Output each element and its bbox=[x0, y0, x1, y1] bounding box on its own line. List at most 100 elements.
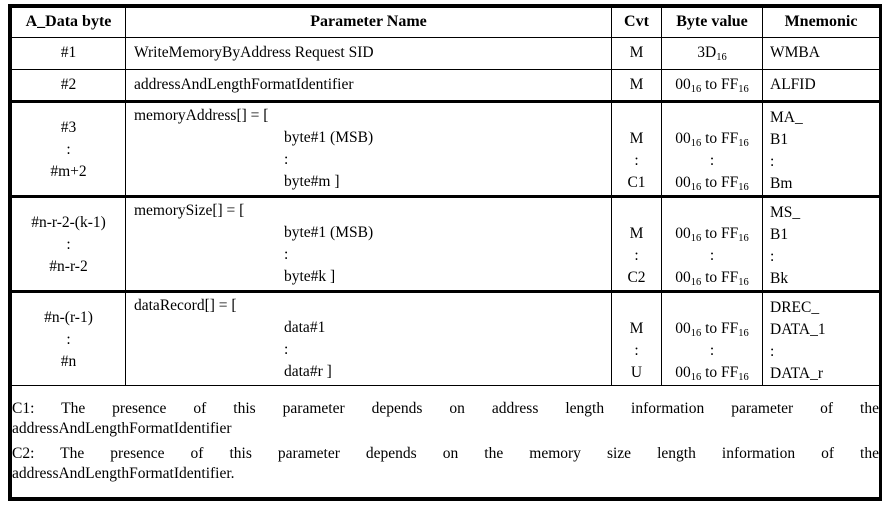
cell-cvt: M bbox=[611, 37, 662, 70]
a-data-byte-first: #n-(r-1) bbox=[44, 309, 93, 326]
a-data-byte-lines: #3 : #m+2 bbox=[12, 117, 125, 183]
byte-last-sub2: 16 bbox=[738, 182, 749, 193]
mnemonic-line-4: Bm bbox=[770, 175, 793, 192]
footnote-row: C1: The presence of this parameter depen… bbox=[11, 385, 880, 498]
cell-mnemonic: ALFID bbox=[762, 69, 880, 103]
cvt-last: C2 bbox=[627, 269, 646, 286]
cell-byte-value: 3D16 bbox=[661, 37, 763, 70]
cell-parameter-name: memoryAddress[] = [ byte#1 (MSB) : byte#… bbox=[125, 101, 612, 198]
byte-value-last: 0016 to FF16 bbox=[662, 172, 762, 194]
byte-last-base: 00 bbox=[675, 269, 691, 286]
byte-value-first: 0016 to FF16 bbox=[662, 223, 762, 245]
parameter-name-header: dataRecord[] = [ bbox=[134, 297, 237, 314]
cvt-first: M bbox=[629, 130, 644, 147]
a-data-byte-last: #n bbox=[60, 353, 77, 370]
byte-last-mid: to FF bbox=[701, 174, 739, 191]
byte-value-subscript: 16 bbox=[690, 83, 702, 95]
parameter-name-header: memorySize[] = [ bbox=[134, 202, 245, 219]
mnemonic-line-3: : bbox=[770, 153, 775, 170]
byte-first-sub: 16 bbox=[690, 233, 702, 244]
cell-mnemonic: WMBA bbox=[762, 37, 880, 70]
a-data-byte-lines: #n-(r-1) : #n bbox=[12, 307, 125, 373]
cell-parameter-name: dataRecord[] = [ data#1 : data#r ] bbox=[125, 291, 612, 386]
parameter-name-ellipsis: : bbox=[284, 341, 289, 358]
parameter-name-ellipsis: : bbox=[284, 151, 289, 168]
parameter-name-header: memoryAddress[] = [ bbox=[134, 107, 269, 124]
byte-value-base: 00 bbox=[675, 75, 691, 93]
parameter-name-lines: dataRecord[] = [ data#1 : data#r ] bbox=[134, 295, 611, 383]
cell-a-data-byte: #1 bbox=[11, 37, 126, 70]
cell-byte-value: 0016 to FF16 : 0016 to FF16 bbox=[661, 291, 763, 386]
footnote-c2-main: C2: The presence of this parameter depen… bbox=[12, 444, 879, 462]
cvt-ellipsis: : bbox=[634, 247, 639, 264]
footnote-c1: C1: The presence of this parameter depen… bbox=[12, 399, 879, 439]
parameter-name-ellipsis: : bbox=[284, 246, 289, 263]
document-page: A_Data byte Parameter Name Cvt Byte valu… bbox=[0, 0, 891, 512]
cell-parameter-name: WriteMemoryByAddress Request SID bbox=[125, 37, 612, 70]
table-row: #n-(r-1) : #n dataRecord[] = [ data#1 : … bbox=[11, 291, 880, 386]
parameter-name-last: byte#k ] bbox=[284, 268, 336, 285]
cell-a-data-byte: #n-r-2-(k-1) : #n-r-2 bbox=[11, 196, 126, 293]
table-row: #1 WriteMemoryByAddress Request SID M 3D… bbox=[11, 37, 880, 70]
byte-last-sub2: 16 bbox=[738, 277, 749, 288]
a-data-byte-first: #n-r-2-(k-1) bbox=[31, 214, 106, 231]
column-header-byte-value: Byte value bbox=[661, 7, 763, 38]
byte-last-mid: to FF bbox=[701, 269, 739, 286]
byte-value-base: 3D bbox=[697, 44, 717, 62]
cell-byte-value: 0016 to FF16 : 0016 to FF16 bbox=[661, 101, 763, 198]
cell-parameter-name: memorySize[] = [ byte#1 (MSB) : byte#k ] bbox=[125, 196, 612, 293]
cell-a-data-byte: #n-(r-1) : #n bbox=[11, 291, 126, 386]
byte-first-base: 00 bbox=[675, 225, 691, 242]
cell-cvt: M bbox=[611, 69, 662, 103]
byte-last-sub: 16 bbox=[690, 277, 702, 288]
footnote-c2: C2: The presence of this parameter depen… bbox=[12, 444, 879, 484]
byte-value-lines: 0016 to FF16 : 0016 to FF16 bbox=[662, 201, 762, 289]
mnemonic-line-1: MA_ bbox=[770, 109, 803, 126]
column-header-a-data-byte: A_Data byte bbox=[11, 7, 126, 38]
column-header-cvt: Cvt bbox=[611, 7, 662, 38]
a-data-byte-last: #m+2 bbox=[50, 163, 87, 180]
byte-last-sub: 16 bbox=[690, 182, 702, 193]
mnemonic-line-2: DATA_1 bbox=[770, 321, 826, 338]
footnote-c1-tail: addressAndLengthFormatIdentifier bbox=[12, 420, 232, 438]
parameter-name-first: byte#1 (MSB) bbox=[284, 224, 374, 241]
byte-value-subscript-2: 16 bbox=[738, 83, 749, 95]
cell-cvt: M : C2 bbox=[611, 196, 662, 293]
a-data-byte-ellipsis: : bbox=[66, 141, 71, 158]
mnemonic-line-2: B1 bbox=[770, 131, 789, 148]
byte-first-mid: to FF bbox=[701, 225, 739, 242]
cvt-last: U bbox=[630, 364, 643, 381]
cell-parameter-name: addressAndLengthFormatIdentifier bbox=[125, 69, 612, 103]
table: A_Data byte Parameter Name Cvt Byte valu… bbox=[11, 7, 880, 498]
cell-mnemonic: MS_ B1 : Bk bbox=[762, 196, 880, 293]
byte-first-mid: to FF bbox=[701, 320, 739, 337]
byte-first-sub: 16 bbox=[690, 328, 702, 339]
byte-last-sub: 16 bbox=[690, 372, 702, 383]
uds-parameter-table: A_Data byte Parameter Name Cvt Byte valu… bbox=[8, 4, 882, 501]
byte-first-sub: 16 bbox=[690, 138, 702, 149]
parameter-name-last: byte#m ] bbox=[284, 173, 340, 190]
byte-first-mid: to FF bbox=[701, 130, 739, 147]
cell-a-data-byte: #2 bbox=[11, 69, 126, 103]
footnote-c2-tail: addressAndLengthFormatIdentifier. bbox=[12, 464, 235, 482]
cvt-ellipsis: : bbox=[634, 152, 639, 169]
a-data-byte-ellipsis: : bbox=[66, 236, 71, 253]
a-data-byte-last: #n-r-2 bbox=[49, 258, 88, 275]
cell-cvt: M : U bbox=[611, 291, 662, 386]
mnemonic-lines: DREC_ DATA_1 : DATA_r bbox=[770, 297, 879, 385]
cvt-last: C1 bbox=[627, 174, 646, 191]
cell-byte-value: 0016 to FF16 : 0016 to FF16 bbox=[661, 196, 763, 293]
byte-first-sub2: 16 bbox=[738, 138, 749, 149]
cvt-lines: M : C1 bbox=[612, 106, 661, 194]
parameter-name-first: byte#1 (MSB) bbox=[284, 129, 374, 146]
mnemonic-line-1: MS_ bbox=[770, 204, 801, 221]
cell-mnemonic: MA_ B1 : Bm bbox=[762, 101, 880, 198]
table-body: #1 WriteMemoryByAddress Request SID M 3D… bbox=[11, 37, 880, 498]
byte-first-sub2: 16 bbox=[738, 233, 749, 244]
mnemonic-lines: MS_ B1 : Bk bbox=[770, 202, 879, 290]
column-header-mnemonic: Mnemonic bbox=[762, 7, 880, 38]
table-header: A_Data byte Parameter Name Cvt Byte valu… bbox=[11, 7, 880, 38]
mnemonic-line-4: DATA_r bbox=[770, 365, 824, 382]
table-row: #n-r-2-(k-1) : #n-r-2 memorySize[] = [ b… bbox=[11, 196, 880, 293]
table-row: #3 : #m+2 memoryAddress[] = [ byte#1 (MS… bbox=[11, 101, 880, 198]
